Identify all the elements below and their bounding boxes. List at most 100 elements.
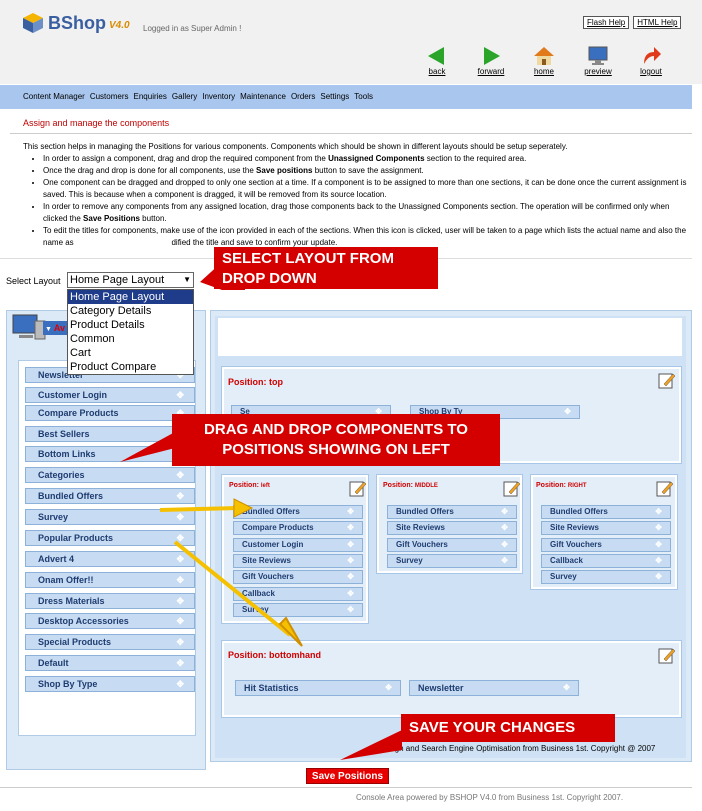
component-item[interactable]: Customer Login ✥: [25, 387, 195, 403]
component-item[interactable]: Gift Vouchers ✥: [233, 570, 363, 585]
forward-button[interactable]: forward: [467, 46, 515, 76]
component-item[interactable]: Site Reviews ✥: [541, 521, 671, 536]
component-item[interactable]: Shop By Type ✥: [25, 676, 195, 692]
component-item[interactable]: Site Reviews ✥: [387, 521, 517, 536]
intro-lead: This section helps in managing the Posit…: [23, 142, 568, 151]
preview-button[interactable]: preview: [574, 46, 622, 76]
menu-maintenance[interactable]: Maintenance: [240, 92, 286, 101]
layout-select-value: Home Page Layout: [70, 274, 165, 286]
move-icon: ✥: [655, 523, 662, 533]
layout-dropdown: Home Page Layout Category Details Produc…: [67, 289, 194, 375]
component-label: Site Reviews: [242, 555, 291, 565]
component-item[interactable]: Callback ✥: [541, 553, 671, 568]
component-item[interactable]: Default ✥: [25, 655, 195, 671]
component-item[interactable]: Best Sellers✥: [25, 426, 195, 442]
component-item[interactable]: Survey ✥: [233, 602, 363, 617]
component-item[interactable]: Newsletter ✥: [409, 680, 579, 696]
component-item[interactable]: Survey ✥: [387, 553, 517, 568]
component-item[interactable]: Bundled Offers ✥: [25, 488, 195, 504]
layout-option[interactable]: Product Details: [68, 318, 193, 332]
back-arrow-icon: [428, 47, 444, 65]
component-item[interactable]: Callback ✥: [233, 586, 363, 601]
component-item[interactable]: Hit Statistics ✥: [235, 680, 401, 696]
intro-bullet: In order to assign a component, drag and…: [43, 153, 695, 165]
component-label: Compare Products: [242, 523, 314, 533]
component-item[interactable]: Popular Products ✥: [25, 530, 195, 546]
layout-select[interactable]: Home Page Layout ▼: [67, 272, 194, 288]
move-icon: ✥: [655, 572, 662, 582]
component-item[interactable]: Compare Products ✥: [25, 405, 195, 421]
component-label: Popular Products: [38, 533, 114, 543]
component-item[interactable]: Site Reviews ✥: [233, 553, 363, 568]
component-item[interactable]: Survey ✥: [541, 570, 671, 585]
edit-icon[interactable]: [349, 479, 367, 497]
callout-drag-drop: DRAG AND DROP COMPONENTS TO POSITIONS SH…: [172, 414, 500, 466]
menu-inventory[interactable]: Inventory: [202, 92, 235, 101]
home-button[interactable]: home: [520, 46, 568, 76]
move-icon: ✥: [347, 572, 354, 582]
component-item[interactable]: Desktop Accessories ✥: [25, 613, 195, 629]
component-item[interactable]: Gift Vouchers ✥: [541, 537, 671, 552]
component-label: Onam Offer!!: [38, 575, 94, 585]
layout-footer-text: e Design and Search Engine Optimisation …: [372, 744, 656, 753]
menu-content-manager[interactable]: Content Manager: [23, 92, 85, 101]
edit-icon[interactable]: [658, 646, 676, 664]
move-icon: ✥: [563, 683, 570, 692]
component-label: Dress Materials: [38, 596, 105, 606]
logout-arrow-icon: [644, 47, 661, 64]
app-logo: BShop V4.0: [22, 12, 130, 34]
component-item[interactable]: Advert 4 ✥: [25, 551, 195, 567]
edit-icon[interactable]: [656, 479, 674, 497]
component-item[interactable]: Bundled Offers ✥: [387, 505, 517, 519]
component-label: Default: [38, 658, 69, 668]
component-item[interactable]: Customer Login ✥: [233, 537, 363, 552]
menu-orders[interactable]: Orders: [291, 92, 315, 101]
menu-gallery[interactable]: Gallery: [172, 92, 197, 101]
flash-help-link[interactable]: Flash Help: [583, 16, 630, 29]
move-icon: ✥: [176, 390, 184, 400]
forward-label: forward: [477, 67, 505, 76]
menu-customers[interactable]: Customers: [90, 92, 129, 101]
logged-in-text: Logged in as Super Admin !: [143, 24, 242, 33]
move-icon: ✥: [176, 533, 184, 543]
layout-option[interactable]: Common: [68, 332, 193, 346]
edit-icon[interactable]: [503, 479, 521, 497]
callout-save: SAVE YOUR CHANGES: [401, 714, 615, 742]
component-item[interactable]: Compare Products ✥: [233, 521, 363, 536]
component-label: Bottom Links: [38, 449, 96, 459]
chevron-down-icon[interactable]: ▼: [183, 273, 191, 287]
move-icon: ✥: [655, 507, 662, 516]
component-item[interactable]: Bundled Offers ✥: [233, 505, 363, 519]
move-icon: ✥: [176, 512, 184, 522]
layout-option[interactable]: Cart: [68, 346, 193, 360]
html-help-link[interactable]: HTML Help: [633, 16, 682, 29]
component-item[interactable]: Bottom Links✥: [25, 446, 195, 462]
back-button[interactable]: back: [413, 46, 461, 76]
component-item[interactable]: Gift Vouchers ✥: [387, 537, 517, 552]
component-item[interactable]: Survey ✥: [25, 509, 195, 525]
layout-option[interactable]: Home Page Layout: [68, 290, 193, 304]
component-item[interactable]: Categories ✥: [25, 467, 195, 483]
component-item[interactable]: Bundled Offers ✥: [541, 505, 671, 519]
edit-icon[interactable]: [658, 371, 676, 389]
computer-icon: [12, 314, 46, 340]
move-icon: ✥: [501, 539, 508, 549]
home-label: home: [533, 67, 554, 76]
layout-option[interactable]: Category Details: [68, 304, 193, 318]
menu-enquiries[interactable]: Enquiries: [134, 92, 167, 101]
component-item[interactable]: Dress Materials ✥: [25, 593, 195, 609]
logout-button[interactable]: logout: [627, 46, 675, 76]
layout-option[interactable]: Product Compare: [68, 360, 193, 374]
component-item[interactable]: Special Products ✥: [25, 634, 195, 650]
component-label: Callback: [242, 588, 275, 598]
move-icon: ✥: [176, 637, 184, 647]
component-item[interactable]: Onam Offer!! ✥: [25, 572, 195, 588]
intro-bullet: Once the drag and drop is done for all c…: [43, 165, 695, 177]
move-icon: ✥: [347, 555, 354, 565]
move-icon: ✥: [176, 575, 184, 585]
save-positions-button[interactable]: Save Positions: [306, 768, 389, 784]
layout-preview-header: [218, 318, 682, 356]
menu-tools[interactable]: Tools: [354, 92, 373, 101]
menu-settings[interactable]: Settings: [320, 92, 349, 101]
intro-text: This section helps in managing the Posit…: [23, 141, 695, 249]
